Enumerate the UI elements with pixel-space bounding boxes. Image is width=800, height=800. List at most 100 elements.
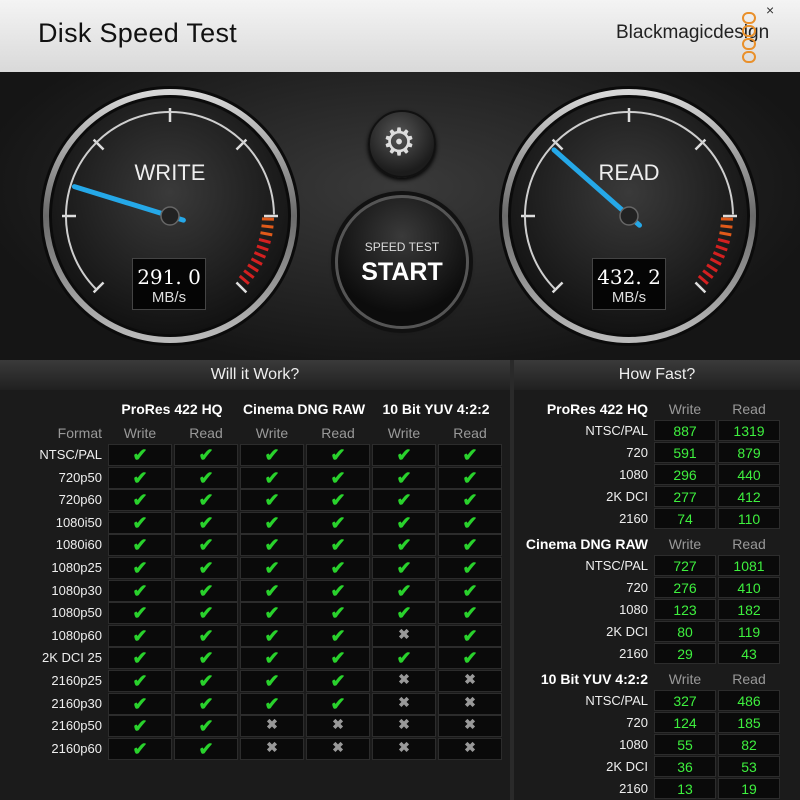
check-icon: ✔: [462, 490, 478, 511]
check-icon: ✔: [330, 490, 346, 511]
check-icon: ✔: [132, 648, 148, 669]
write-gauge-label: WRITE: [134, 160, 206, 185]
compat-cell: ✔: [108, 602, 172, 625]
check-icon: ✔: [396, 580, 412, 601]
check-icon: ✔: [396, 490, 412, 511]
write-speed-cell: 80: [654, 621, 716, 642]
write-read-subheader: Read: [321, 425, 355, 441]
compat-cell: ✔: [108, 489, 172, 512]
close-icon[interactable]: ×: [766, 2, 774, 18]
compat-cell: ✔: [174, 466, 238, 489]
read-speed-cell: 43: [718, 643, 780, 664]
check-icon: ✔: [330, 648, 346, 669]
format-label: 2160p30: [51, 695, 102, 711]
cross-icon: ✖: [332, 738, 344, 755]
write-speed-value: 291. 0: [137, 265, 201, 289]
compat-cell: ✔: [372, 579, 436, 602]
cross-icon: ✖: [332, 716, 344, 733]
how-fast-write-label: Write: [668, 671, 702, 687]
cross-icon: ✖: [398, 625, 410, 642]
check-icon: ✔: [462, 648, 478, 669]
compat-cell: ✔: [240, 692, 304, 715]
compat-cell: ✔: [174, 511, 238, 534]
check-icon: ✔: [198, 625, 214, 646]
compat-cell: ✖: [240, 715, 304, 738]
write-speed-cell: 887: [654, 420, 716, 441]
write-read-subheader: Write: [387, 425, 421, 441]
check-icon: ✔: [198, 738, 214, 759]
write-speed-unit: MB/s: [151, 289, 187, 306]
how-fast-read-label: Read: [732, 401, 766, 417]
compat-cell: ✔: [240, 579, 304, 602]
resolution-label: NTSC/PAL: [585, 558, 648, 573]
gauge-hub: [160, 206, 180, 226]
check-icon: ✔: [330, 603, 346, 624]
check-icon: ✔: [198, 490, 214, 511]
check-icon: ✔: [462, 625, 478, 646]
how-fast-codec-header: Cinema DNG RAW: [525, 536, 648, 552]
check-icon: ✔: [330, 467, 346, 488]
check-icon: ✔: [462, 580, 478, 601]
codec-header: Cinema DNG RAW: [242, 401, 366, 417]
compat-cell: ✔: [108, 466, 172, 489]
start-button-caption: SPEED TEST: [364, 240, 440, 254]
check-icon: ✔: [132, 467, 148, 488]
codec-header: ProRes 422 HQ: [121, 401, 223, 417]
read-gauge-label: READ: [598, 160, 660, 185]
check-icon: ✔: [330, 671, 346, 691]
check-icon: ✔: [396, 648, 412, 669]
compat-cell: ✖: [438, 670, 502, 692]
resolution-label: NTSC/PAL: [585, 423, 648, 438]
compat-cell: ✔: [240, 444, 304, 466]
compat-cell: ✖: [438, 692, 502, 715]
section-divider: [510, 360, 514, 800]
compat-cell: ✔: [306, 579, 370, 602]
check-icon: ✔: [264, 648, 280, 669]
compat-cell: ✔: [306, 670, 370, 692]
compat-cell: ✔: [438, 602, 502, 625]
check-icon: ✔: [198, 445, 214, 465]
read-speed-cell: 440: [718, 464, 780, 485]
compat-cell: ✔: [306, 511, 370, 534]
read-speed-cell: 1081: [718, 555, 780, 576]
check-icon: ✔: [264, 445, 280, 465]
compat-cell: ✖: [438, 715, 502, 738]
compat-cell: ✔: [240, 647, 304, 670]
compat-cell: ✔: [108, 692, 172, 715]
compat-cell: ✔: [174, 715, 238, 738]
resolution-label: 2160: [619, 646, 648, 661]
settings-button[interactable]: ⚙: [368, 110, 436, 178]
cross-icon: ✖: [398, 716, 410, 733]
compat-cell: ✖: [372, 737, 436, 760]
resolution-label: 1080: [619, 467, 648, 482]
write-speed-cell: 123: [654, 599, 716, 620]
compat-cell: ✔: [174, 670, 238, 692]
check-icon: ✔: [132, 445, 148, 465]
check-icon: ✔: [330, 445, 346, 465]
compat-cell: ✔: [306, 692, 370, 715]
format-label: 720p50: [58, 469, 102, 485]
cross-icon: ✖: [266, 716, 278, 733]
compat-cell: ✔: [108, 511, 172, 534]
compat-cell: ✔: [174, 602, 238, 625]
compat-cell: ✔: [438, 647, 502, 670]
write-speed-cell: 327: [654, 690, 716, 711]
check-icon: ✔: [132, 535, 148, 556]
compat-cell: ✔: [174, 489, 238, 512]
compat-cell: ✔: [438, 466, 502, 489]
read-speed-unit: MB/s: [611, 289, 647, 306]
check-icon: ✔: [396, 445, 412, 465]
resolution-label: 2K DCI: [606, 759, 648, 774]
compat-cell: ✔: [306, 557, 370, 579]
how-fast-read-label: Read: [732, 536, 766, 552]
compat-cell: ✔: [438, 624, 502, 647]
format-column-header: Format: [57, 425, 102, 441]
compat-cell: ✔: [108, 737, 172, 760]
start-button[interactable]: SPEED TEST START: [335, 195, 469, 329]
write-speed-cell: 296: [654, 464, 716, 485]
compat-cell: ✔: [108, 715, 172, 738]
check-icon: ✔: [396, 535, 412, 556]
gauge-redzone-tick: [261, 224, 274, 229]
read-speed-cell: 119: [718, 621, 780, 642]
cross-icon: ✖: [398, 671, 410, 687]
